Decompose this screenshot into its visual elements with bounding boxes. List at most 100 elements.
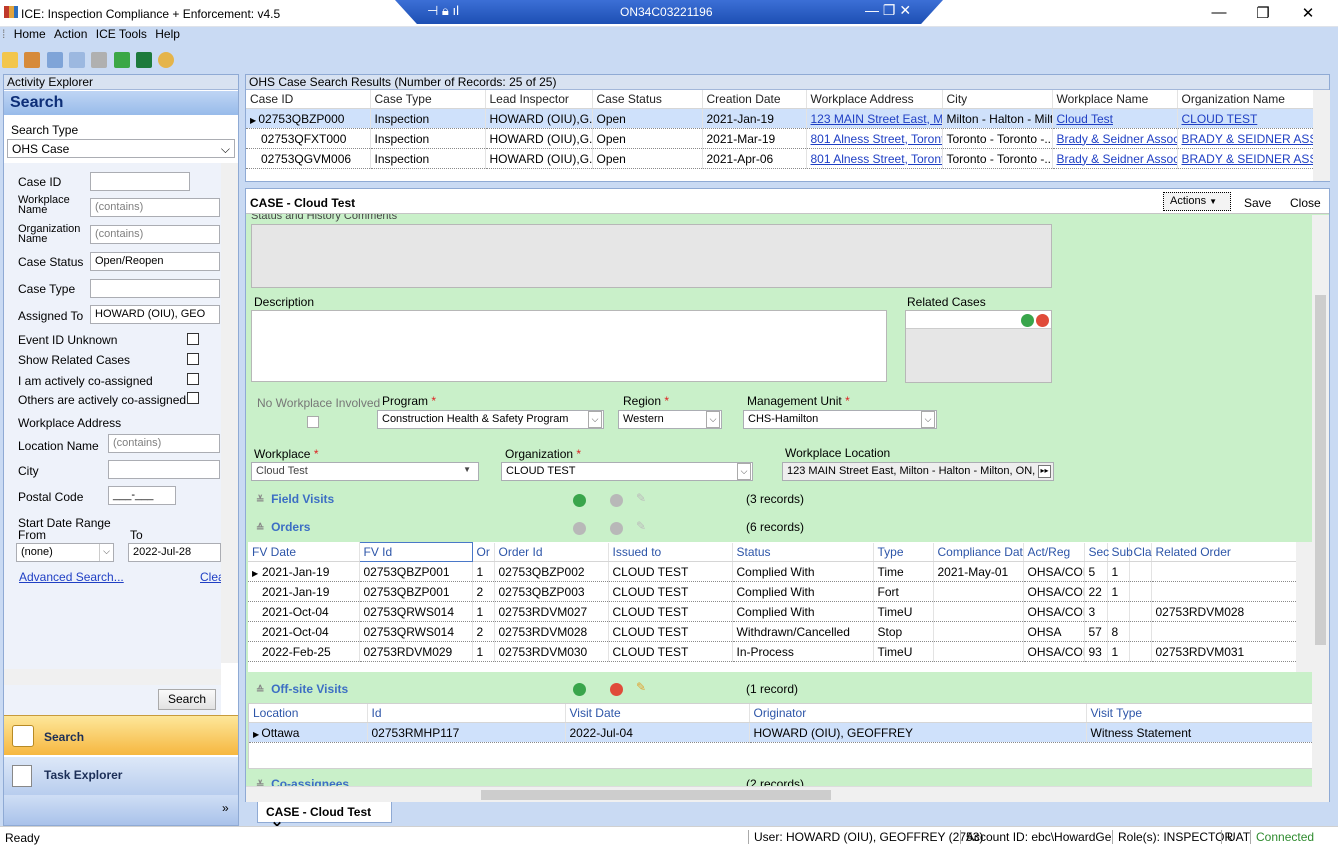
- menu-home[interactable]: Home: [14, 27, 46, 41]
- pin-icon[interactable]: ⊣ 🔒︎ ıl: [427, 3, 459, 19]
- col-visit-type[interactable]: Visit Type: [1086, 704, 1313, 723]
- table-row[interactable]: 2022-Feb-25 02753RDVM029 1 02753RDVM030 CLOU…: [248, 641, 1299, 662]
- col-lead-inspector[interactable]: Lead Inspector: [485, 90, 593, 109]
- case-vertical-scrollbar[interactable]: [1312, 215, 1329, 802]
- refresh-icon[interactable]: [113, 52, 130, 68]
- col-order-number[interactable]: Or: [472, 542, 495, 562]
- add-icon[interactable]: [573, 522, 586, 535]
- close-button[interactable]: ✕: [1293, 4, 1323, 22]
- scroll-thumb[interactable]: [1315, 295, 1326, 645]
- table-row[interactable]: 2021-Jan-19 02753QBZP001 2 02753QBZP003 CLOU…: [248, 581, 1299, 602]
- col-fv-date[interactable]: FV Date: [248, 542, 360, 562]
- actions-button[interactable]: Actions ▼: [1163, 192, 1231, 211]
- results-scrollbar[interactable]: [1313, 90, 1330, 181]
- remove-icon[interactable]: [1036, 314, 1049, 327]
- table-row[interactable]: 2021-Oct-04 02753QRWS014 2 02753RDVM028 CLOU…: [248, 621, 1299, 642]
- col-status[interactable]: Status: [732, 542, 874, 562]
- col-city[interactable]: City: [942, 90, 1053, 109]
- settings-icon[interactable]: [91, 52, 108, 68]
- clock-icon[interactable]: [158, 52, 175, 68]
- edit-icon[interactable]: ✎: [636, 491, 646, 505]
- col-case-type[interactable]: Case Type: [370, 90, 486, 109]
- workplace-address-link[interactable]: 123 MAIN Street East, Milt...: [811, 112, 942, 126]
- nav-search[interactable]: Search: [4, 715, 238, 755]
- edit-icon[interactable]: ✎: [636, 519, 646, 533]
- region-select[interactable]: Western ⌵: [618, 410, 722, 429]
- workplace-address-link[interactable]: 801 Alness Street, Toronto...: [811, 132, 942, 146]
- management-unit-select[interactable]: CHS-Hamilton ⌵: [743, 410, 937, 429]
- col-location[interactable]: Location: [249, 704, 368, 723]
- search-button[interactable]: Search: [158, 689, 216, 710]
- col-sec[interactable]: Sec: [1084, 542, 1109, 562]
- restore-button[interactable]: ❐: [1248, 4, 1278, 22]
- left-horizontal-scrollbar[interactable]: [4, 669, 221, 685]
- nav-task-explorer[interactable]: Task Explorer: [4, 757, 238, 795]
- case-id-input[interactable]: [90, 172, 190, 191]
- workplace-name-input[interactable]: (contains): [90, 198, 220, 217]
- col-type[interactable]: Type: [873, 542, 934, 562]
- document-icon[interactable]: [46, 52, 63, 68]
- remote-window-controls[interactable]: — ❐ ✕: [865, 2, 911, 19]
- close-case-button[interactable]: Close: [1290, 196, 1321, 210]
- add-icon[interactable]: [1021, 314, 1034, 327]
- col-case-status[interactable]: Case Status: [592, 90, 703, 109]
- menu-help[interactable]: Help: [155, 27, 180, 41]
- to-date-picker[interactable]: 2022-Jul-28: [128, 543, 221, 562]
- table-row[interactable]: 2021-Oct-04 02753QRWS014 1 02753RDVM027 CLOU…: [248, 601, 1299, 622]
- program-select[interactable]: Construction Health & Safety Program ⌵: [377, 410, 604, 429]
- description-textarea[interactable]: [251, 310, 887, 382]
- workplace-location-field[interactable]: 123 MAIN Street East, Milton - Halton - …: [782, 462, 1054, 481]
- col-compliance-date[interactable]: Compliance Dat: [933, 542, 1024, 562]
- organization-name-link[interactable]: BRADY & SEIDNER ASS...: [1182, 152, 1313, 166]
- col-organization-name[interactable]: Organization Name: [1177, 90, 1314, 109]
- col-fv-id[interactable]: FV Id: [358, 542, 473, 562]
- user-icon[interactable]: [24, 52, 41, 68]
- table-row[interactable]: 02753QGVM006 Inspection HOWARD (OIU),G..…: [246, 148, 1314, 169]
- scroll-thumb[interactable]: [481, 790, 831, 800]
- search-type-select[interactable]: OHS Case ⌵: [7, 139, 235, 158]
- col-visit-date[interactable]: Visit Date: [565, 704, 750, 723]
- col-issued-to[interactable]: Issued to: [608, 542, 733, 562]
- organization-select[interactable]: CLOUD TEST ⌵: [501, 462, 753, 481]
- case-horizontal-scrollbar[interactable]: [246, 786, 1312, 802]
- browse-icon[interactable]: ▸▸: [1038, 465, 1051, 478]
- add-icon[interactable]: [573, 494, 586, 507]
- others-co-assigned-checkbox[interactable]: [187, 392, 199, 404]
- orders-scrollbar[interactable]: [1296, 542, 1313, 672]
- organization-name-input[interactable]: (contains): [90, 225, 220, 244]
- organization-name-link[interactable]: CLOUD TEST: [1182, 112, 1258, 126]
- col-order-id[interactable]: Order Id: [494, 542, 609, 562]
- col-id[interactable]: Id: [367, 704, 566, 723]
- remove-icon[interactable]: [610, 494, 623, 507]
- nav-overflow[interactable]: »: [4, 795, 238, 825]
- orders-toggle[interactable]: ≙ Orders: [256, 520, 310, 534]
- show-related-checkbox[interactable]: [187, 353, 199, 365]
- add-icon[interactable]: [573, 683, 586, 696]
- col-related-order[interactable]: Related Order: [1151, 542, 1299, 562]
- remove-icon[interactable]: [610, 683, 623, 696]
- col-originator[interactable]: Originator: [749, 704, 1087, 723]
- col-act-reg[interactable]: Act/Reg: [1023, 542, 1085, 562]
- offsite-visits-toggle[interactable]: ≙ Off-site Visits: [256, 682, 348, 696]
- minimize-button[interactable]: —: [1204, 4, 1234, 21]
- workplace-name-link[interactable]: Cloud Test: [1057, 112, 1113, 126]
- table-row[interactable]: ▶ 2021-Jan-19 02753QBZP001 1 02753QBZP002 CLO…: [248, 561, 1299, 582]
- table-row[interactable]: 02753QFXT000 Inspection HOWARD (OIU),G..…: [246, 128, 1314, 149]
- advanced-search-link[interactable]: Advanced Search...: [19, 570, 124, 584]
- save-button[interactable]: Save: [1244, 196, 1271, 210]
- excel-icon[interactable]: [136, 52, 153, 68]
- related-cases-list[interactable]: [905, 310, 1052, 383]
- chart-icon[interactable]: [69, 52, 86, 68]
- menu-action[interactable]: Action: [54, 27, 87, 41]
- workplace-name-link[interactable]: Brady & Seidner Associ...: [1057, 152, 1177, 166]
- table-row[interactable]: ▶ Ottawa 02753RMHP117 2022-Jul-04 HOWARD…: [249, 722, 1313, 743]
- col-sub[interactable]: Sub: [1107, 542, 1133, 562]
- no-workplace-checkbox[interactable]: [307, 416, 319, 428]
- left-form-scrollbar[interactable]: [221, 163, 238, 663]
- tab-case-cloud-test[interactable]: CASE - Cloud Test ✕: [257, 802, 392, 833]
- case-type-select[interactable]: [90, 279, 220, 298]
- col-workplace-address[interactable]: Workplace Address: [806, 90, 943, 109]
- case-status-select[interactable]: Open/Reopen: [90, 252, 220, 271]
- remove-icon[interactable]: [610, 522, 623, 535]
- postal-code-input[interactable]: ___-___: [108, 486, 176, 505]
